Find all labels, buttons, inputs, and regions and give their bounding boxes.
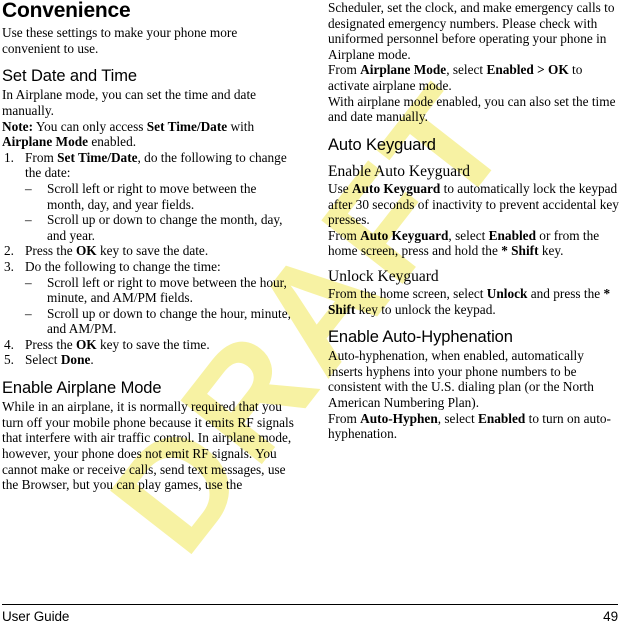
auto-keyguard-description: Use Auto Keyguard to automatically lock … (328, 181, 620, 228)
airplane-continued-paragraph: Scheduler, set the clock, and make emerg… (328, 0, 615, 62)
instruction-text-pre: From the home screen, select (328, 285, 487, 301)
bold-airplane-mode: Airplane Mode (360, 62, 447, 78)
list-item: – Scroll up or down to change the hour, m… (25, 306, 294, 337)
footer-page-number: 49 (603, 609, 618, 624)
step-sub-list: – Scroll left or right to move between th… (25, 181, 294, 243)
bold-star-shift: * Shift (501, 243, 539, 259)
heading-set-date-and-time: Set Date and Time (2, 67, 137, 86)
dash-bullet-icon: – (25, 180, 32, 196)
instruction-text-mid: , select (446, 62, 487, 78)
footer-divider (2, 604, 618, 605)
sub-item-text: Scroll left or right to move between the… (47, 274, 287, 306)
hyphenation-description: Auto-hyphenation, when enabled, automati… (328, 348, 594, 411)
list-item: – Scroll left or right to move between th… (25, 275, 294, 306)
step-text-pre: Press the (25, 336, 76, 352)
bold-auto-hyphen: Auto-Hyphen (360, 410, 438, 426)
note-text-2: with (227, 118, 255, 134)
step-number: 5. (4, 352, 14, 368)
set-date-note: Note: You can only access Set Time/Date … (2, 119, 294, 150)
document-page: DRAFT Convenience Use these settings to … (0, 0, 620, 637)
page-footer: User Guide 49 (0, 604, 620, 637)
page-content: Convenience Use these settings to make y… (0, 0, 620, 600)
instruction-text-pre: From (328, 62, 361, 78)
heading-auto-keyguard: Auto Keyguard (328, 135, 436, 154)
step-number: 2. (4, 243, 14, 259)
page-title: Convenience (2, 0, 131, 22)
step-bold: Done (60, 352, 91, 368)
step-text-post: . (90, 352, 94, 368)
auto-keyguard-instruction: From Auto Keyguard, select Enabled or fr… (328, 228, 620, 259)
intro-paragraph: Use these settings to make your phone mo… (2, 25, 238, 56)
instruction-text-post: key to unlock the keypad. (355, 301, 496, 317)
step-text-post: key to save the date. (96, 243, 209, 259)
instruction-text-post: key. (538, 243, 564, 259)
instruction-text-mid: , select (437, 410, 478, 426)
note-bold-airplane-mode: Airplane Mode (2, 134, 89, 150)
list-item: – Scroll left or right to move between th… (25, 181, 294, 212)
footer-content: User Guide 49 (2, 609, 618, 624)
list-item: 5. Select Done. (2, 352, 294, 368)
airplane-enable-instruction: From Airplane Mode, select Enabled > OK … (328, 62, 620, 93)
bold-enabled-ok: Enabled > OK (486, 62, 569, 78)
bold-unlock: Unlock (486, 285, 528, 301)
set-date-intro-paragraph: In Airplane mode, you can set the time a… (2, 87, 257, 118)
hyphenation-instruction: From Auto-Hyphen, select Enabled to turn… (328, 411, 620, 442)
right-column: Scheduler, set the clock, and make emerg… (328, 0, 620, 600)
footer-document-title: User Guide (2, 609, 70, 624)
airplane-mode-paragraph: While in an airplane, it is normally req… (2, 399, 294, 493)
sub-item-text: Scroll left or right to move between the… (47, 180, 257, 212)
heading-unlock-keyguard: Unlock Keyguard (328, 267, 439, 285)
step-number: 1. (4, 149, 14, 165)
heading-enable-auto-hyphenation: Enable Auto-Hyphenation (328, 328, 513, 347)
step-bold: OK (75, 336, 97, 352)
step-text-pre: From (25, 149, 58, 165)
instruction-text-mid: and press the (527, 285, 604, 301)
airplane-time-date-paragraph: With airplane mode enabled, you can also… (328, 93, 616, 125)
step-number: 4. (4, 336, 14, 352)
bold-auto-keyguard: Auto Keyguard (352, 180, 441, 196)
bold-enabled: Enabled (488, 227, 536, 243)
unlock-keyguard-instruction: From the home screen, select Unlock and … (328, 286, 620, 317)
list-item: 4. Press the OK key to save the time. (2, 337, 294, 353)
step-text-post: key to save the time. (96, 336, 210, 352)
note-text-3: enabled. (88, 134, 137, 150)
list-item: 1. From Set Time/Date, do the following t… (2, 150, 294, 244)
list-item: 3. Do the following to change the time: –… (2, 259, 294, 337)
list-item: 2. Press the OK key to save the date. (2, 243, 294, 259)
list-item: – Scroll up or down to change the month, … (25, 212, 294, 243)
sub-item-text: Scroll up or down to change the month, d… (47, 212, 283, 243)
dash-bullet-icon: – (25, 212, 32, 228)
heading-enable-airplane-mode: Enable Airplane Mode (2, 379, 162, 398)
heading-enable-auto-keyguard: Enable Auto Keyguard (328, 162, 471, 180)
left-column: Convenience Use these settings to make y… (2, 0, 294, 600)
note-bold-set-time-date: Set Time/Date (146, 118, 228, 134)
step-text-pre: Press the (25, 243, 76, 259)
sub-item-text: Scroll up or down to change the hour, mi… (47, 305, 291, 337)
step-bold: OK (75, 243, 97, 259)
dash-bullet-icon: – (25, 305, 32, 321)
instruction-text-mid: , select (448, 227, 489, 243)
note-label: Note: (2, 118, 34, 134)
step-sub-list: – Scroll left or right to move between th… (25, 275, 294, 337)
step-number: 3. (4, 258, 14, 274)
dash-bullet-icon: – (25, 274, 32, 290)
step-text-pre: Do the following to change the time: (25, 258, 221, 274)
bold-auto-keyguard: Auto Keyguard (360, 227, 449, 243)
bold-enabled: Enabled (477, 410, 526, 426)
instruction-text-pre: From (328, 227, 361, 243)
desc-text-pre: Use (328, 180, 353, 196)
instruction-text-pre: From (328, 410, 361, 426)
set-date-steps-list: 1. From Set Time/Date, do the following t… (2, 150, 294, 368)
step-bold: Set Time/Date (57, 149, 138, 165)
step-text-pre: Select (25, 352, 61, 368)
note-text-1: You can only access (33, 118, 147, 134)
